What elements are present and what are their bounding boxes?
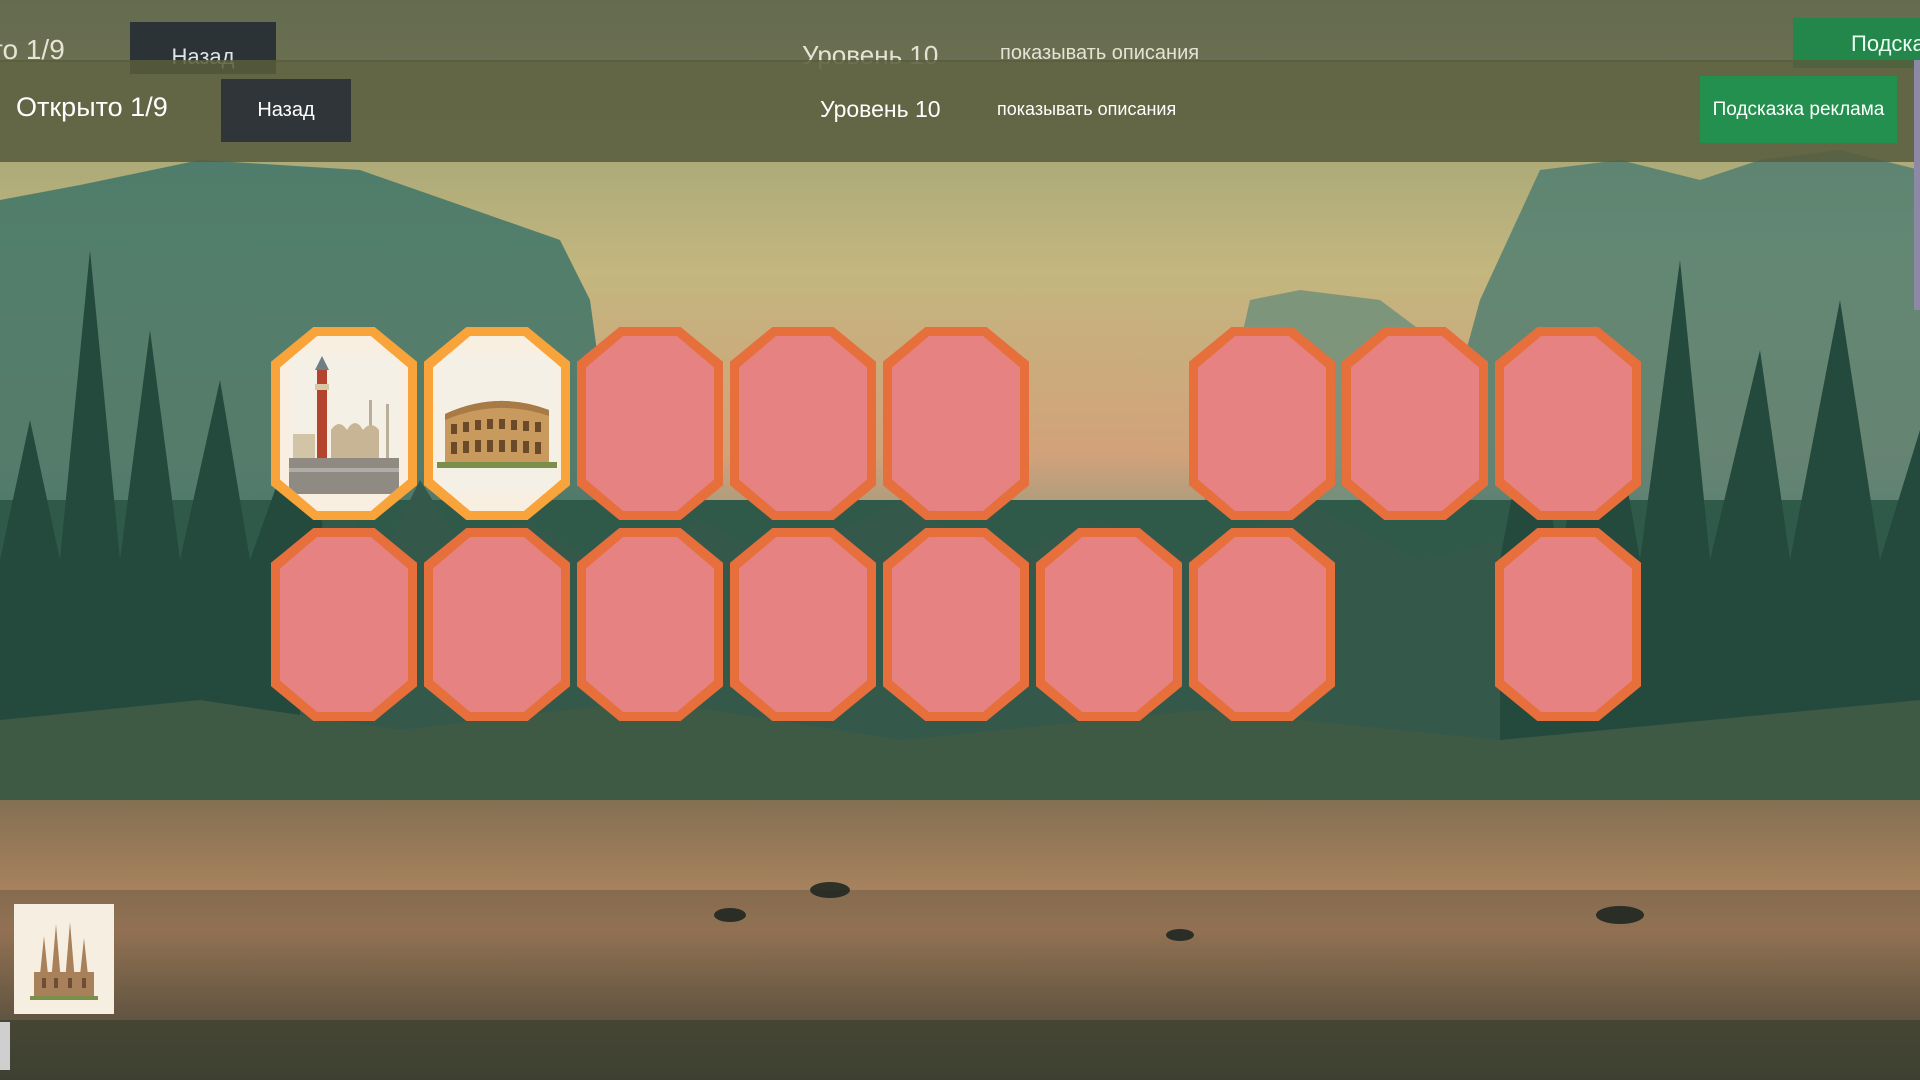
- hint-ad-button[interactable]: Подсказка реклама: [1700, 76, 1897, 143]
- card-hidden[interactable]: [1036, 528, 1182, 721]
- card-back: [280, 537, 408, 712]
- card-back: [1504, 537, 1632, 712]
- card-hidden[interactable]: [424, 528, 570, 721]
- venice-campanile-icon: [289, 353, 399, 494]
- top-bar: Открыто 1/9 Назад Уровень 10 показывать …: [0, 60, 1920, 162]
- back-button[interactable]: Назад: [221, 79, 351, 142]
- scroll-handle[interactable]: [0, 1022, 10, 1070]
- card-back: [1045, 537, 1173, 712]
- card-back: [586, 336, 714, 511]
- level-label: Уровень 10: [820, 96, 941, 122]
- card-back: [1198, 537, 1326, 712]
- card-hidden[interactable]: [577, 528, 723, 721]
- tray-card[interactable]: [14, 904, 114, 1014]
- card-back: [1351, 336, 1479, 511]
- card-face: [280, 336, 408, 511]
- card-hidden[interactable]: [1495, 327, 1641, 520]
- card-hidden[interactable]: [577, 327, 723, 520]
- card-hidden[interactable]: [1189, 528, 1335, 721]
- card-hidden[interactable]: [883, 327, 1029, 520]
- card-face: [433, 336, 561, 511]
- show-descriptions-toggle[interactable]: показывать описания: [997, 99, 1176, 120]
- card-hidden[interactable]: [730, 528, 876, 721]
- card-back: [586, 537, 714, 712]
- ghost-header: то 1/9 Назад Уровень 10 показывать описа…: [0, 0, 1920, 74]
- opened-counter: Открыто 1/9: [16, 92, 168, 122]
- card-back: [433, 537, 561, 712]
- card-back: [892, 336, 1020, 511]
- card-hidden[interactable]: [1495, 528, 1641, 721]
- sagrada-familia-icon: [24, 914, 104, 1004]
- card-back: [739, 336, 867, 511]
- colosseum-icon: [437, 353, 557, 494]
- found-cards-tray: [0, 890, 1920, 1020]
- card-hidden[interactable]: [271, 528, 417, 721]
- card-back: [1504, 336, 1632, 511]
- card-back: [1198, 336, 1326, 511]
- edge-stripe: [1914, 60, 1920, 310]
- card-hidden[interactable]: [1189, 327, 1335, 520]
- card-colosseum[interactable]: [424, 327, 570, 520]
- card-venice[interactable]: [271, 327, 417, 520]
- card-hidden[interactable]: [1342, 327, 1488, 520]
- card-hidden[interactable]: [730, 327, 876, 520]
- card-back: [739, 537, 867, 712]
- card-back: [892, 537, 1020, 712]
- card-hidden[interactable]: [883, 528, 1029, 721]
